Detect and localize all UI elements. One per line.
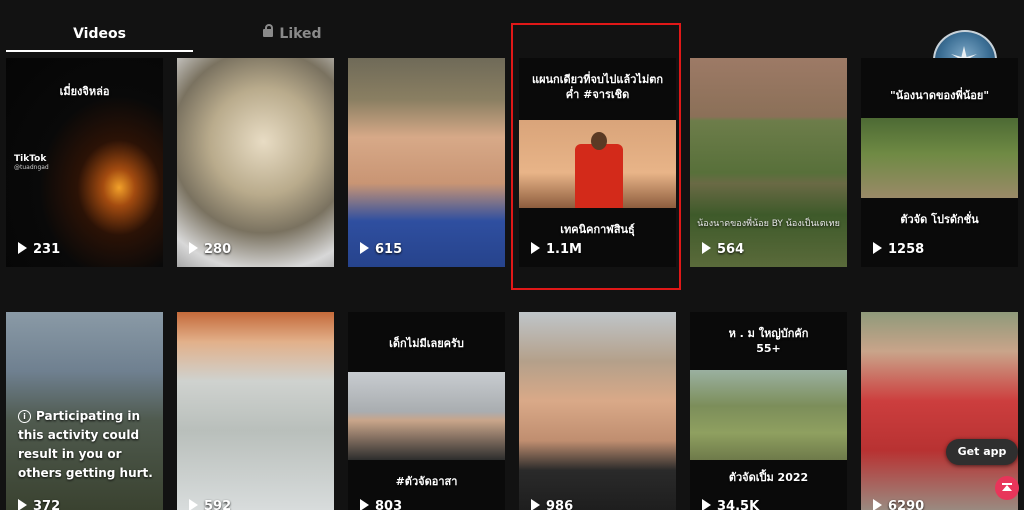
- video-card[interactable]: 6290: [861, 312, 1018, 510]
- safety-warning: i Participating in this activity could re…: [18, 409, 153, 480]
- play-icon: [18, 242, 27, 254]
- tiktok-watermark: TikTok @tuadngad: [14, 154, 49, 171]
- view-count: 564: [702, 242, 744, 257]
- play-icon: [360, 499, 369, 510]
- video-card[interactable]: i Participating in this activity could re…: [6, 312, 163, 510]
- play-icon: [702, 499, 711, 510]
- video-caption: ห . ม ใหญ่บักคัก 55+: [728, 327, 809, 355]
- view-count: 231: [18, 242, 60, 257]
- video-card[interactable]: น้องนาดของพี่น้อย BY น้องเป็นเตเทย 564: [690, 58, 847, 267]
- view-count: 986: [531, 499, 573, 510]
- view-count: 6290: [873, 499, 924, 510]
- play-icon: [189, 499, 198, 510]
- video-inset-image: [348, 372, 505, 460]
- video-subcaption: เทคนิคกาฬสินธุ์: [560, 223, 635, 236]
- view-count: 372: [18, 499, 60, 510]
- play-icon: [360, 242, 369, 254]
- play-icon: [873, 242, 882, 254]
- video-caption: แผนกเดียวที่จบไปแล้วไม่ตกค่ำ #จารเชิด: [531, 73, 664, 101]
- video-inset-image: [519, 120, 676, 208]
- video-grid: เมี่ยงจิหล่อ TikTok @tuadngad 231 280 615…: [0, 0, 1024, 510]
- video-subcaption: #ตัวจัดอาสา: [395, 475, 458, 488]
- info-icon: i: [18, 410, 31, 423]
- video-subcaption: ตัวจัด โปรดักชั่น: [900, 213, 979, 226]
- video-card[interactable]: 986: [519, 312, 676, 510]
- video-card[interactable]: 592: [177, 312, 334, 510]
- video-card[interactable]: "น้องนาดของพี่น้อย" ตัวจัด โปรดักชั่น 12…: [861, 58, 1018, 267]
- video-card[interactable]: แผนกเดียวที่จบไปแล้วไม่ตกค่ำ #จารเชิด เท…: [519, 58, 676, 267]
- play-icon: [189, 242, 198, 254]
- video-card[interactable]: 615: [348, 58, 505, 267]
- video-card[interactable]: ห . ม ใหญ่บักคัก 55+ ตัวจัดเปิ้ม 2022 34…: [690, 312, 847, 510]
- video-subcaption: น้องนาดของพี่น้อย BY น้องเป็นเตเทย: [697, 219, 840, 229]
- play-icon: [873, 499, 882, 510]
- video-subcaption: ตัวจัดเปิ้ม 2022: [728, 471, 809, 484]
- view-count: 615: [360, 242, 402, 257]
- video-card[interactable]: เด็กไม่มีเลยครับ #ตัวจัดอาสา 803: [348, 312, 505, 510]
- video-caption: เมี่ยงจิหล่อ: [59, 85, 110, 98]
- view-count: 1258: [873, 242, 924, 257]
- play-icon: [531, 242, 540, 254]
- scroll-to-top-button[interactable]: [995, 476, 1019, 500]
- video-caption: "น้องนาดของพี่น้อย": [889, 89, 990, 102]
- video-card[interactable]: เมี่ยงจิหล่อ TikTok @tuadngad 231: [6, 58, 163, 267]
- video-inset-image: [690, 370, 847, 460]
- play-icon: [531, 499, 540, 510]
- play-icon: [18, 499, 27, 510]
- video-card[interactable]: 280: [177, 58, 334, 267]
- video-caption: เด็กไม่มีเลยครับ: [389, 337, 464, 350]
- view-count: 34.5K: [702, 499, 759, 510]
- view-count: 280: [189, 242, 231, 257]
- get-app-button[interactable]: Get app: [946, 439, 1018, 465]
- view-count: 1.1M: [531, 242, 582, 257]
- view-count: 592: [189, 499, 231, 510]
- play-icon: [702, 242, 711, 254]
- video-inset-image: [861, 118, 1018, 198]
- view-count: 803: [360, 499, 402, 510]
